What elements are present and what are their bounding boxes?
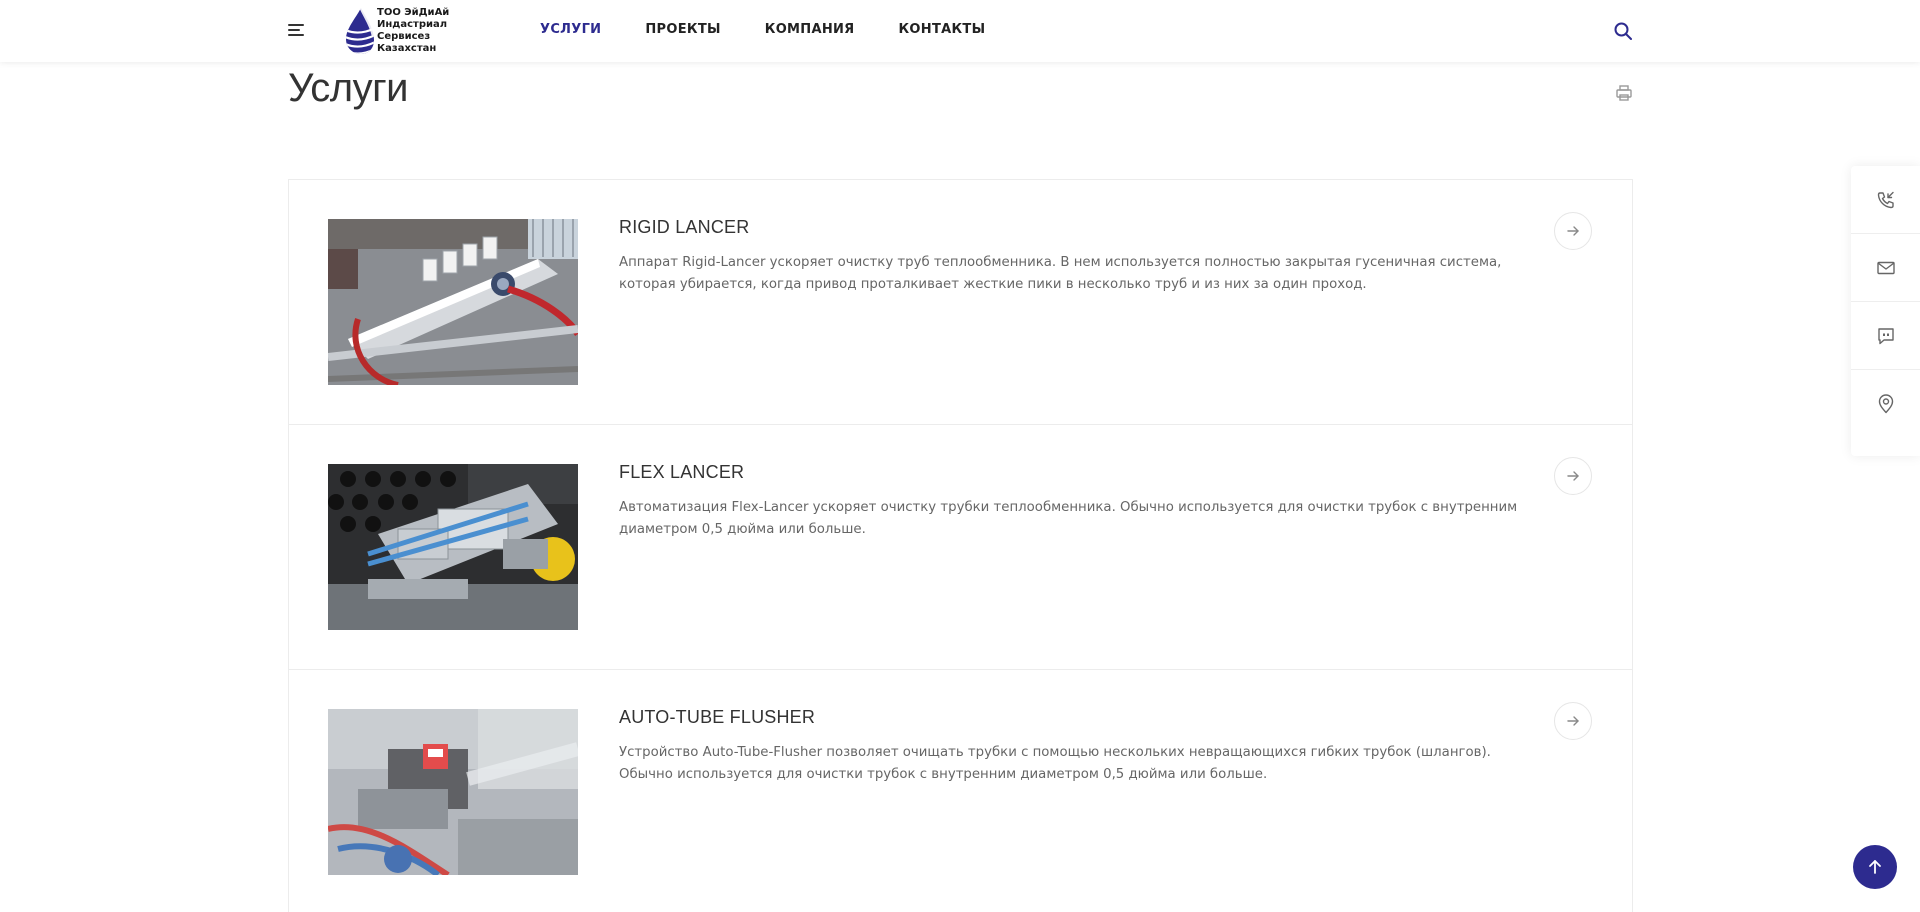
service-title[interactable]: AUTO-TUBE FLUSHER: [619, 707, 815, 728]
services-list: RIGID LANCER Аппарат Rigid-Lancer ускоря…: [288, 179, 1633, 912]
arrow-right-icon[interactable]: [1554, 702, 1592, 740]
menu-burger-icon[interactable]: [288, 24, 304, 38]
mail-icon[interactable]: [1851, 234, 1920, 302]
service-image-rigid-lancer[interactable]: [328, 219, 578, 385]
nav-item-company[interactable]: КОМПАНИЯ: [765, 22, 855, 37]
main-nav: УСЛУГИ ПРОЕКТЫ КОМПАНИЯ КОНТАКТЫ: [540, 22, 1029, 37]
service-description: Аппарат Rigid-Lancer ускоряет очистку тр…: [619, 255, 1502, 292]
scroll-to-top-button[interactable]: [1853, 845, 1897, 889]
side-contact-bar: [1851, 166, 1920, 456]
site-logo[interactable]: ТОО ЭйДиАй Индастриал Сервисез Казахстан: [343, 7, 457, 55]
service-title[interactable]: RIGID LANCER: [619, 217, 749, 238]
site-header: ТОО ЭйДиАй Индастриал Сервисез Казахстан…: [0, 0, 1920, 62]
arrow-right-icon[interactable]: [1554, 212, 1592, 250]
nav-item-services[interactable]: УСЛУГИ: [540, 22, 601, 37]
logo-drop-icon: [346, 7, 375, 54]
service-item[interactable]: AUTO-TUBE FLUSHER Устройство Auto-Tube-F…: [289, 670, 1632, 912]
chat-icon[interactable]: [1851, 302, 1920, 370]
service-description: Устройство Auto-Tube-Flusher позволяет о…: [619, 745, 1491, 782]
service-title[interactable]: FLEX LANCER: [619, 462, 744, 483]
page-title: Услуги: [288, 66, 409, 110]
service-description: Автоматизация Flex-Lancer ускоряет очист…: [619, 500, 1518, 537]
service-item[interactable]: FLEX LANCER Автоматизация Flex-Lancer ус…: [289, 425, 1632, 670]
search-icon[interactable]: [1614, 22, 1632, 40]
service-image-flex-lancer[interactable]: [328, 464, 578, 630]
arrow-up-icon: [1869, 860, 1881, 874]
logo-text: ТОО ЭйДиАй Индастриал Сервисез Казахстан: [377, 7, 450, 54]
nav-item-contacts[interactable]: КОНТАКТЫ: [899, 22, 986, 37]
service-item[interactable]: RIGID LANCER Аппарат Rigid-Lancer ускоря…: [289, 180, 1632, 425]
location-pin-icon[interactable]: [1851, 370, 1920, 438]
arrow-right-icon[interactable]: [1554, 457, 1592, 495]
phone-callback-icon[interactable]: [1851, 166, 1920, 234]
nav-item-projects[interactable]: ПРОЕКТЫ: [645, 22, 720, 37]
service-image-auto-tube-flusher[interactable]: [328, 709, 578, 875]
print-icon[interactable]: [1615, 84, 1633, 102]
